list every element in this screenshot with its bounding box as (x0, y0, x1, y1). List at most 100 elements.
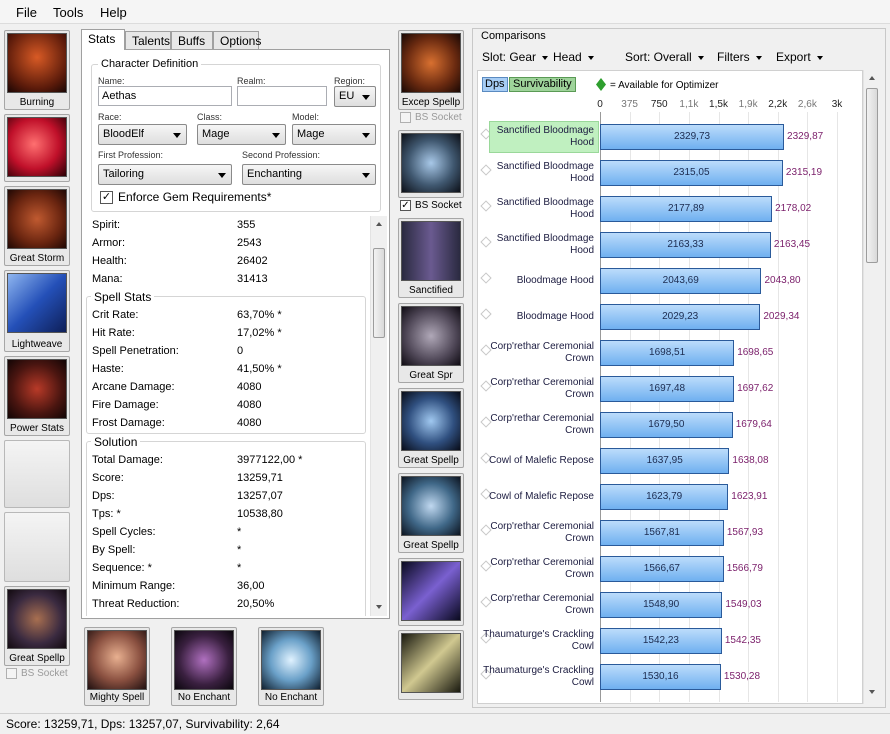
scroll-thumb[interactable] (373, 248, 385, 338)
total-score-label: 1549,03 (725, 599, 762, 610)
slot-hands[interactable]: Excep Spellp (398, 30, 464, 110)
available-diamond-icon (596, 78, 606, 91)
mid-bs-socket-2[interactable]: ✓ BS Socket (400, 200, 462, 211)
class-select[interactable]: Mage (197, 124, 286, 145)
dps-bar: 1697,48 (600, 376, 735, 402)
trinket-icon (401, 561, 461, 621)
second-profession-select[interactable]: Enchanting (242, 164, 376, 185)
slot-legs[interactable]: Sanctified (398, 218, 464, 298)
comparison-scrollbar[interactable] (863, 70, 880, 704)
slot-off-hand[interactable]: No Enchant (171, 627, 237, 706)
race-select[interactable]: BloodElf (98, 124, 187, 145)
sort-dropdown[interactable]: Sort: Overall (625, 50, 704, 64)
slot-label: Burning (19, 97, 55, 108)
scroll-down-icon[interactable] (376, 605, 382, 609)
realm-field[interactable] (237, 86, 327, 106)
dps-bar: 1623,79 (600, 484, 729, 510)
total-score-label: 1697,62 (737, 383, 774, 394)
stats-scroll-area: Spirit: 355 Armor: 2543 Health: 26402 Mana:… (82, 216, 372, 616)
total-score-label: 1638,08 (732, 455, 769, 466)
check-icon: ✓ (100, 190, 113, 204)
slot-label: Lightweave (11, 339, 63, 350)
check-icon: ✓ (400, 200, 411, 211)
total-score-label: 1566,79 (726, 563, 763, 574)
total-score-label: 2178,02 (775, 203, 812, 214)
ring-icon (401, 391, 461, 451)
menu-bar: File Tools Help (0, 0, 890, 24)
export-dropdown[interactable]: Export (776, 50, 823, 64)
tab-stats[interactable]: Stats (81, 29, 125, 50)
slot-head[interactable]: Burning (4, 30, 70, 110)
item-name: Corp'rethar Ceremonial Crown (490, 341, 594, 364)
scroll-up-icon[interactable] (869, 76, 875, 80)
menu-help[interactable]: Help (100, 5, 127, 20)
total-score-label: 2329,87 (787, 131, 824, 142)
left-bs-socket-checkbox[interactable]: BS Socket (6, 668, 68, 679)
slot-wrist[interactable]: Great Spellp (4, 586, 70, 666)
dps-bar: 1698,51 (600, 340, 735, 366)
dps-bar: 1567,81 (600, 520, 724, 546)
slot-tabard[interactable] (4, 512, 70, 582)
slot-feet[interactable]: Great Spr (398, 303, 464, 383)
slot-shirt[interactable] (4, 440, 70, 508)
trinket-icon (401, 633, 461, 693)
dps-bar: 1637,95 (600, 448, 730, 474)
grid-line (837, 112, 838, 702)
total-score-label: 1623,91 (731, 491, 768, 502)
slot-shoulder[interactable]: Great Storm (4, 186, 70, 266)
dps-bar: 1548,90 (600, 592, 723, 618)
character-definition-group: Character Definition Name: Aethas Realm:… (91, 58, 381, 212)
tab-buffs[interactable]: Buffs (171, 31, 213, 49)
comparisons-title: Comparisons (481, 30, 546, 42)
item-name: Corp'rethar Ceremonial Crown (490, 377, 594, 400)
filters-dropdown[interactable]: Filters (717, 50, 762, 64)
axis-tick-label: 2,6k (797, 99, 817, 110)
tab-options[interactable]: Options (213, 31, 261, 49)
slot-chest[interactable]: Power Stats (4, 356, 70, 436)
axis-tick-label: 1,5k (709, 99, 728, 110)
tab-talents[interactable]: Talents (125, 31, 171, 49)
axis-tick-label: 375 (621, 99, 638, 110)
item-name: Cowl of Malefic Repose (488, 491, 594, 502)
total-score-label: 1530,28 (723, 671, 761, 682)
scroll-up-icon[interactable] (376, 222, 382, 226)
menu-tools[interactable]: Tools (53, 5, 83, 20)
slot-trinket-1[interactable] (398, 558, 464, 626)
region-select[interactable]: EU (334, 86, 376, 107)
gloves-icon (401, 33, 461, 93)
axis-tick-label: 1,9k (738, 99, 758, 110)
slot-finger-1[interactable]: Great Spellp (398, 388, 464, 468)
survivability-legend: Survivability (509, 77, 576, 92)
total-score-label: 1542,35 (724, 635, 761, 646)
head-item-icon (7, 33, 67, 93)
legs-icon (401, 221, 461, 281)
slot-neck[interactable] (4, 114, 70, 182)
slot-main-hand[interactable]: Mighty Spell (84, 627, 150, 706)
slot-finger-2[interactable]: Great Spellp (398, 473, 464, 553)
slot-ranged[interactable]: No Enchant (258, 627, 324, 706)
dps-bar: 1679,50 (600, 412, 733, 438)
item-name: Corp'rethar Ceremonial Crown (490, 413, 594, 436)
total-score-label: 2029,34 (763, 311, 800, 322)
slot-label: Great Spellp (9, 653, 65, 664)
head-dropdown[interactable]: Head (553, 50, 594, 64)
first-profession-select[interactable]: Tailoring (98, 164, 232, 185)
scroll-thumb[interactable] (866, 88, 878, 263)
slot-waist[interactable] (398, 130, 464, 198)
boots-icon (401, 306, 461, 366)
slot-gear-dropdown[interactable]: Slot: Gear (482, 50, 548, 64)
mid-bs-socket-1[interactable]: BS Socket (400, 112, 462, 123)
model-select[interactable]: Mage (292, 124, 376, 145)
slot-trinket-2[interactable] (398, 630, 464, 700)
scroll-down-icon[interactable] (869, 690, 875, 694)
menu-file[interactable]: File (16, 5, 37, 20)
name-field[interactable]: Aethas (98, 86, 232, 106)
stats-scrollbar[interactable] (370, 216, 387, 616)
axis-tick-label: 750 (650, 99, 668, 110)
slot-back[interactable]: Lightweave (4, 270, 70, 352)
slot-label: Power Stats (10, 423, 64, 434)
item-name: Cowl of Malefic Repose (488, 455, 594, 466)
axis-tick-label: 2,2k (768, 99, 788, 110)
enforce-gem-checkbox[interactable]: ✓ Enforce Gem Requirements* (100, 190, 271, 204)
portrait-icon (87, 630, 147, 690)
